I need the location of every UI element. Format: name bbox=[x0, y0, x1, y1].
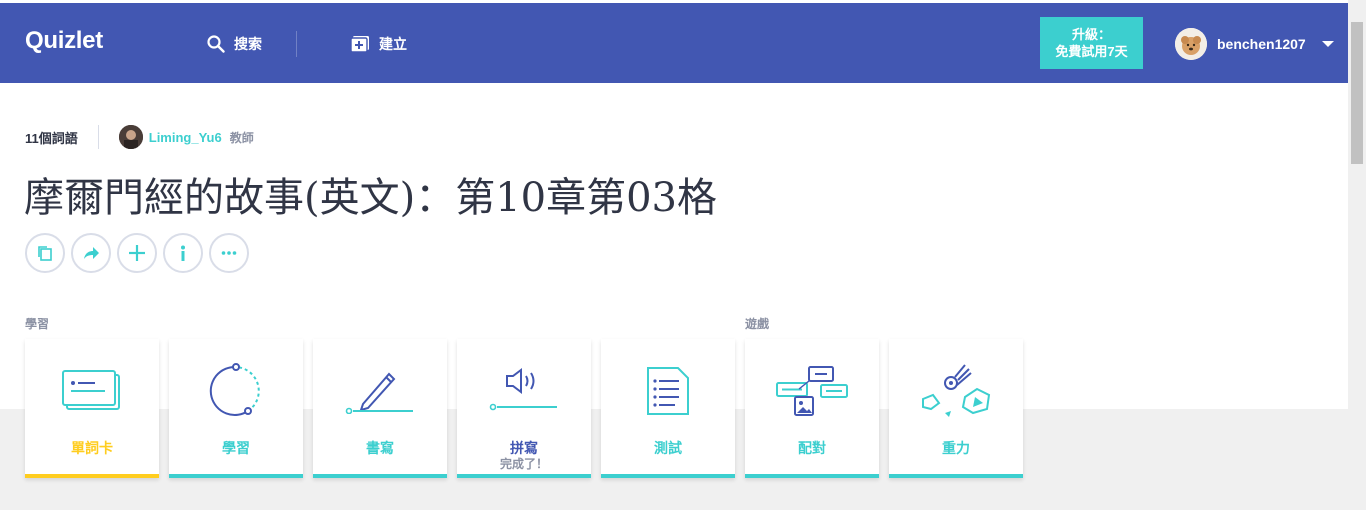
share-icon bbox=[84, 247, 99, 259]
info-button[interactable] bbox=[163, 233, 203, 273]
gravity-progress-bar bbox=[889, 474, 1023, 478]
nav-divider bbox=[296, 31, 297, 57]
set-title: 摩爾門經的故事(英文)：第10章第03格 bbox=[24, 175, 718, 221]
username: benchen1207 bbox=[1217, 36, 1306, 52]
gravity-asteroid-icon bbox=[922, 364, 991, 417]
learn-card[interactable]: 學習 bbox=[169, 339, 303, 478]
creator-avatar[interactable] bbox=[118, 125, 143, 149]
meta-divider bbox=[97, 125, 99, 149]
flashcards-progress-bar bbox=[25, 474, 159, 478]
flashcards-card[interactable]: 單詞卡 bbox=[25, 339, 159, 478]
spell-progress-bar bbox=[457, 474, 591, 478]
set-meta: 11個詞語 Liming_Yu6 教師 bbox=[25, 125, 254, 149]
flashcards-label: 單詞卡 bbox=[71, 440, 113, 456]
quizlet-logo[interactable]: Quizlet bbox=[25, 27, 103, 55]
upgrade-line-1: 升級： bbox=[1071, 27, 1111, 42]
pencil-icon bbox=[345, 372, 413, 414]
user-avatar bbox=[1175, 28, 1207, 60]
set-actions bbox=[25, 233, 249, 273]
spell-completed-text: 完成了！ bbox=[499, 457, 548, 471]
learn-progress-bar bbox=[169, 474, 303, 478]
flashcards-icon bbox=[62, 370, 120, 410]
match-label: 配對 bbox=[798, 440, 826, 456]
match-progress-bar bbox=[745, 474, 879, 478]
creator-role: 教師 bbox=[229, 130, 254, 145]
test-progress-bar bbox=[601, 474, 735, 478]
creator-avatar-icon bbox=[118, 125, 143, 149]
more-button[interactable] bbox=[209, 233, 249, 273]
header: Quizlet 搜索 建立 升級： 免費試用7天 benchen1207 bbox=[0, 3, 1348, 83]
copy-button[interactable] bbox=[25, 233, 65, 273]
plus-icon bbox=[129, 245, 145, 261]
gravity-label: 重力 bbox=[942, 440, 970, 456]
share-button[interactable] bbox=[71, 233, 111, 273]
chevron-down-icon bbox=[1321, 41, 1334, 47]
upgrade-line-2: 免費試用7天 bbox=[1055, 44, 1128, 59]
write-progress-bar bbox=[313, 474, 447, 478]
write-card[interactable]: 書寫 bbox=[313, 339, 447, 478]
copy-icon bbox=[38, 246, 52, 261]
creator-name-link[interactable]: Liming_Yu6 bbox=[149, 130, 222, 145]
learn-label: 學習 bbox=[222, 440, 250, 456]
games-section-label: 遊戲 bbox=[745, 317, 770, 331]
learn-icon bbox=[209, 363, 260, 416]
create-nav-label: 建立 bbox=[379, 36, 407, 52]
search-nav-button[interactable]: 搜索 bbox=[207, 34, 262, 54]
create-nav-button[interactable]: 建立 bbox=[350, 34, 407, 54]
upgrade-button[interactable]: 升級： 免費試用7天 bbox=[1040, 17, 1143, 69]
add-button[interactable] bbox=[117, 233, 157, 273]
test-card[interactable]: 測試 bbox=[601, 339, 735, 478]
write-label: 書寫 bbox=[366, 440, 394, 456]
scrollbar-thumb[interactable] bbox=[1351, 22, 1363, 164]
more-icon bbox=[221, 251, 237, 255]
search-nav-label: 搜索 bbox=[234, 36, 262, 52]
match-icon bbox=[776, 366, 848, 416]
term-count: 11個詞語 bbox=[25, 130, 78, 146]
search-icon bbox=[207, 35, 225, 53]
study-mode-cards: 單詞卡 學習 書寫 拼寫 完成了！ 測試 配對 重力 bbox=[25, 339, 1023, 478]
speaker-icon bbox=[489, 368, 557, 411]
user-menu[interactable]: benchen1207 bbox=[1175, 28, 1334, 60]
match-card[interactable]: 配對 bbox=[745, 339, 879, 478]
gravity-card[interactable]: 重力 bbox=[889, 339, 1023, 478]
spell-card[interactable]: 拼寫 完成了！ bbox=[457, 339, 591, 478]
create-plus-icon bbox=[350, 36, 369, 53]
study-section-label: 學習 bbox=[25, 317, 50, 331]
test-label: 測試 bbox=[654, 440, 682, 456]
info-icon bbox=[181, 245, 185, 261]
test-document-icon bbox=[647, 367, 689, 415]
dog-avatar-icon bbox=[1175, 28, 1207, 60]
